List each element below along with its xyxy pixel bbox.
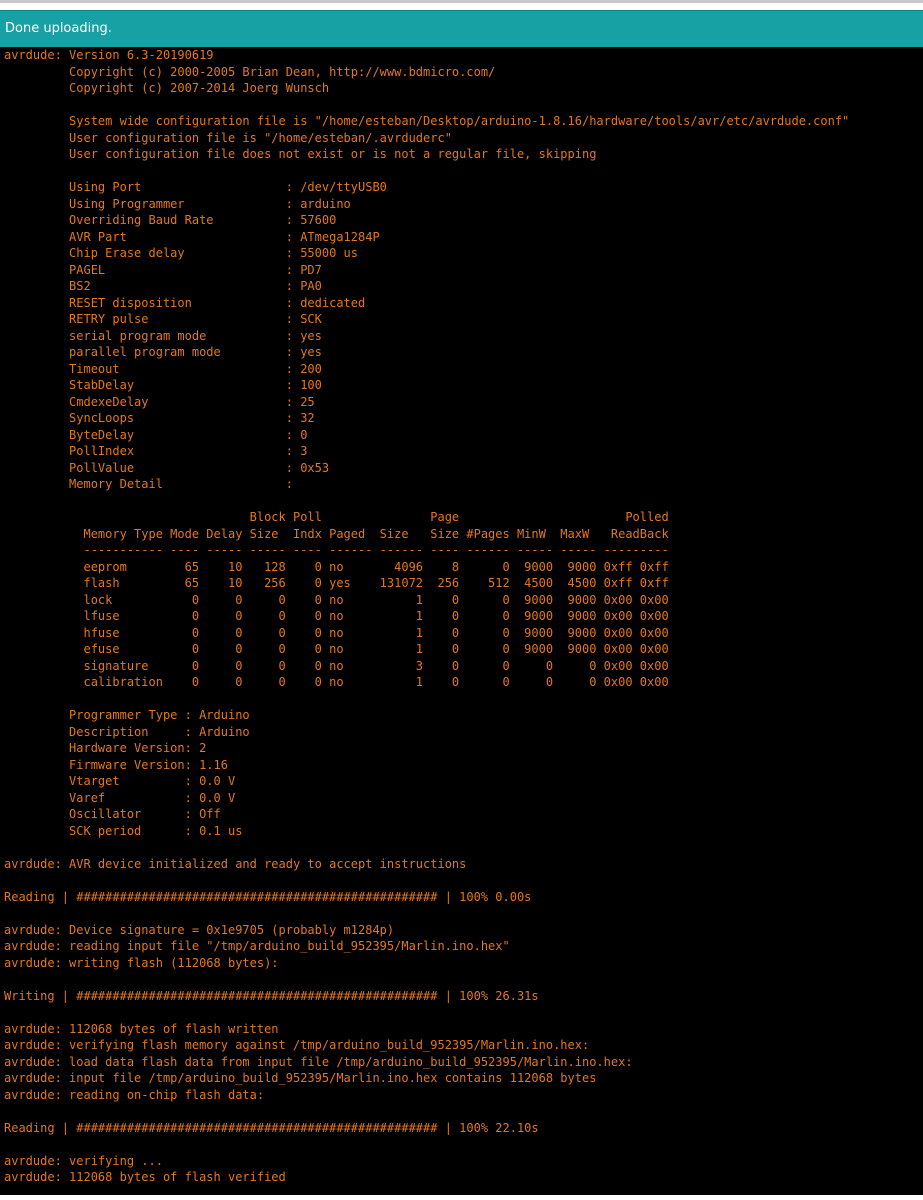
console-line: Block Poll Page Polled xyxy=(4,510,669,524)
console-line: PAGEL : PD7 xyxy=(4,262,322,277)
console-line: Using Programmer : arduino xyxy=(4,196,351,211)
console-line: Oscillator : Off xyxy=(4,807,221,821)
console-line: ----------- ---- ----- ----- ---- ------… xyxy=(4,543,669,557)
status-message: Done uploading. xyxy=(5,21,112,36)
console-line: Memory Type Mode Delay Size Indx Paged S… xyxy=(4,526,669,541)
console-line: avrdude: 112068 bytes of flash written xyxy=(4,1021,279,1036)
console-line: PollIndex : 3 xyxy=(4,444,308,458)
window-top-edge xyxy=(0,0,923,10)
window-bottom-edge xyxy=(0,1195,923,1200)
console-line: User configuration file is "/home/esteba… xyxy=(4,130,452,145)
console-line: Firmware Version: 1.16 xyxy=(4,757,228,772)
console-line: Programmer Type : Arduino xyxy=(4,708,250,722)
console-line: avrdude: verifying flash memory against … xyxy=(4,1038,590,1052)
console-line: PollValue : 0x53 xyxy=(4,460,330,475)
console-line: Overriding Baud Rate : 57600 xyxy=(4,213,337,227)
console-line: Copyright (c) 2007-2014 Joerg Wunsch xyxy=(4,81,330,95)
console-line: avrdude: verifying ... xyxy=(4,1153,163,1168)
console-line: avrdude: 112068 bytes of flash verified xyxy=(4,1170,286,1184)
console-line: signature 0 0 0 0 no 3 0 0 0 0 0x00 0x00 xyxy=(4,658,669,673)
console-line: Copyright (c) 2000-2005 Brian Dean, http… xyxy=(4,64,496,79)
console-line: Chip Erase delay : 55000 us xyxy=(4,246,359,260)
console-line: lfuse 0 0 0 0 no 1 0 0 9000 9000 0x00 0x… xyxy=(4,609,669,623)
console-line: avrdude: load data flash data from input… xyxy=(4,1054,633,1069)
console-line: Using Port : /dev/ttyUSB0 xyxy=(4,180,387,194)
console-line: Reading | ##############################… xyxy=(4,1120,539,1135)
console-line: lock 0 0 0 0 no 1 0 0 9000 9000 0x00 0x0… xyxy=(4,592,669,607)
console-line: BS2 : PA0 xyxy=(4,279,322,293)
console-line: RESET disposition : dedicated xyxy=(4,295,366,310)
status-bar: Done uploading. xyxy=(0,10,923,47)
console-line: User configuration file does not exist o… xyxy=(4,147,597,161)
console-line: AVR Part : ATmega1284P xyxy=(4,229,380,244)
console-line: Writing | ##############################… xyxy=(4,988,539,1003)
console-line: CmdexeDelay : 25 xyxy=(4,394,315,409)
console-line: flash 65 10 256 0 yes 131072 256 512 450… xyxy=(4,576,669,590)
console-line: serial program mode : yes xyxy=(4,328,322,343)
console-line: SyncLoops : 32 xyxy=(4,411,315,425)
console-line: efuse 0 0 0 0 no 1 0 0 9000 9000 0x00 0x… xyxy=(4,642,669,656)
console-line: SCK period : 0.1 us xyxy=(4,823,243,838)
console-line: parallel program mode : yes xyxy=(4,345,322,359)
console-line: avrdude: Version 6.3-20190619 xyxy=(4,48,214,62)
console-line: Varef : 0.0 V xyxy=(4,790,236,805)
console-line: avrdude: writing flash (112068 bytes): xyxy=(4,955,279,970)
console-line: Memory Detail : xyxy=(4,477,293,491)
console-line: avrdude: reading input file "/tmp/arduin… xyxy=(4,939,510,953)
console-line: avrdude: reading on-chip flash data: xyxy=(4,1087,265,1102)
console-line: System wide configuration file is "/home… xyxy=(4,114,850,128)
console-line: Vtarget : 0.0 V xyxy=(4,774,236,788)
console-line: avrdude: Device signature = 0x1e9705 (pr… xyxy=(4,922,395,937)
console-line: Description : Arduino xyxy=(4,724,250,739)
console-line: Reading | ##############################… xyxy=(4,889,532,904)
console-line: eeprom 65 10 128 0 no 4096 8 0 9000 9000… xyxy=(4,559,669,574)
console-line: Hardware Version: 2 xyxy=(4,741,207,755)
console-line: Timeout : 200 xyxy=(4,361,322,376)
console-lines: avrdude: Version 6.3-20190619 Copyright … xyxy=(4,47,849,1200)
console-line: RETRY pulse : SCK xyxy=(4,312,322,326)
console-line: StabDelay : 100 xyxy=(4,378,322,392)
console-line: avrdude: AVR device initialized and read… xyxy=(4,856,467,871)
console-line: calibration 0 0 0 0 no 1 0 0 0 0 0x00 0x… xyxy=(4,675,669,689)
console-output[interactable]: avrdude: Version 6.3-20190619 Copyright … xyxy=(0,47,923,1200)
console-line: ByteDelay : 0 xyxy=(4,427,308,442)
console-line: hfuse 0 0 0 0 no 1 0 0 9000 9000 0x00 0x… xyxy=(4,625,669,640)
console-line: avrdude: input file /tmp/arduino_build_9… xyxy=(4,1071,597,1085)
